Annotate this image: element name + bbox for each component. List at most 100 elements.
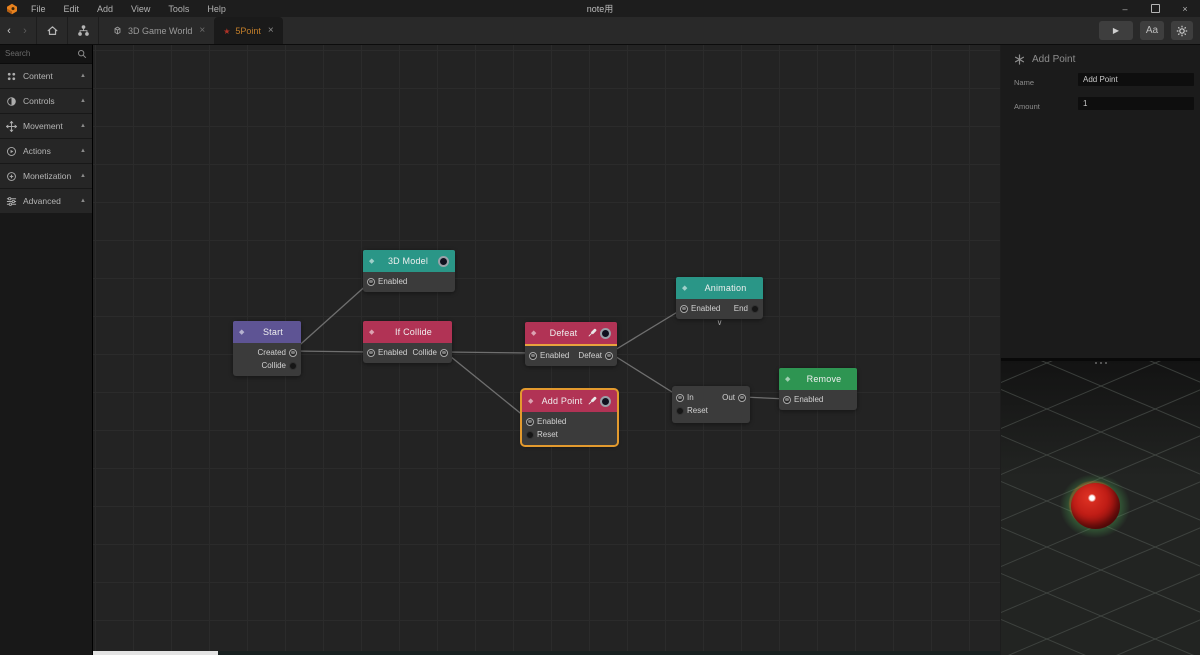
wire-defeat-defeat-to-animation-enabled[interactable] <box>609 307 685 354</box>
sidebar-item-actions[interactable]: Actions ▲ <box>0 139 92 164</box>
node-if-collide[interactable]: ◆ If Collide Enabled Collide <box>363 321 452 363</box>
sidebar-item-movement[interactable]: Movement ▲ <box>0 114 92 139</box>
amount-input[interactable] <box>1078 97 1194 110</box>
red-sphere[interactable] <box>1071 483 1120 529</box>
node-header-start[interactable]: ◆ Start <box>233 321 301 343</box>
home-icon[interactable] <box>41 17 63 44</box>
node-output-port[interactable] <box>600 327 611 339</box>
start-port-created[interactable] <box>289 348 297 357</box>
collapse-triangle-icon[interactable]: ▲ <box>80 123 86 129</box>
start-port-group: Created <box>258 348 297 357</box>
node-body-start: Created Collide <box>233 343 301 376</box>
preview-3d[interactable] <box>1001 358 1200 655</box>
menu-item-tools[interactable]: Tools <box>159 0 198 17</box>
node-body-defeat: Enabled Defeat <box>525 346 617 366</box>
sidebar-item-content[interactable]: Content ▲ <box>0 64 92 89</box>
menu-item-edit[interactable]: Edit <box>55 0 89 17</box>
menu-item-add[interactable]: Add <box>88 0 122 17</box>
eyedropper-icon[interactable] <box>587 396 597 406</box>
node-header-remove[interactable]: ◆ Remove <box>779 368 857 390</box>
animation-port-enabled[interactable] <box>680 304 688 313</box>
search-input[interactable] <box>5 49 77 58</box>
play-button[interactable]: ▶ <box>1099 21 1133 40</box>
collapse-triangle-icon[interactable]: ▲ <box>80 73 86 79</box>
hierarchy-icon[interactable] <box>72 17 94 44</box>
port-label: Defeat <box>578 351 602 360</box>
menu-item-help[interactable]: Help <box>198 0 235 17</box>
add-point-port-enabled[interactable] <box>526 417 534 426</box>
node-header-if-collide[interactable]: ◆ If Collide <box>363 321 452 343</box>
eyedropper-icon[interactable] <box>587 328 597 338</box>
chevron-down-icon[interactable]: ∨ <box>717 319 723 327</box>
wire-if-collide-collide-to-defeat-enabled[interactable] <box>444 351 533 354</box>
start-port-collide[interactable] <box>289 361 297 370</box>
node-output-port[interactable] <box>600 395 611 407</box>
animation-port-end[interactable] <box>751 304 759 313</box>
counter-port-in[interactable] <box>676 393 684 402</box>
tab-5point[interactable]: ★ 5Point × <box>214 17 283 44</box>
node-defeat[interactable]: ◆ Defeat Enabled Defeat <box>525 322 617 366</box>
node-add-point[interactable]: ◆ Add Point Enabled Reset <box>520 388 619 447</box>
back-icon[interactable]: ‹ <box>2 17 16 44</box>
menu-item-file[interactable]: File <box>22 0 55 17</box>
node-start[interactable]: ◆ Start Created Collide <box>233 321 301 376</box>
gear-icon[interactable] <box>1171 21 1193 40</box>
sidebar-item-label: Monetization <box>23 171 72 181</box>
close-button[interactable]: × <box>1170 0 1200 17</box>
port-row: In Out <box>672 391 750 404</box>
node-remove[interactable]: ◆ Remove Enabled <box>779 368 857 410</box>
counter-port-out[interactable] <box>738 393 746 402</box>
properties-fields: Name Amount <box>1001 73 1200 121</box>
restore-icon <box>1150 4 1160 13</box>
defeat-port-group: Enabled <box>529 351 569 360</box>
port-row: Enabled Collide <box>363 346 452 359</box>
category-list: Content ▲ Controls ▲ Movement ▲ Actions ▲ Moneti… <box>0 64 92 214</box>
node-header-3d-model[interactable]: ◆ 3D Model <box>363 250 455 272</box>
sidebar-item-monetization[interactable]: Monetization ▲ <box>0 164 92 189</box>
text-settings-button[interactable]: Aa <box>1140 21 1164 40</box>
port-label: Reset <box>687 406 708 415</box>
defeat-port-enabled[interactable] <box>529 351 537 360</box>
3d-model-port-enabled[interactable] <box>367 277 375 286</box>
close-icon[interactable]: × <box>199 25 205 36</box>
node-animation[interactable]: ◆ Animation Enabled End ∨ <box>676 277 763 327</box>
port-label: Enabled <box>691 304 721 313</box>
if-collide-port-enabled[interactable] <box>367 348 375 357</box>
if-collide-port-collide[interactable] <box>440 348 448 357</box>
horizontal-scrollbar-track[interactable] <box>93 651 1000 655</box>
wire-start-created-to-if-collide-enabled[interactable] <box>292 350 371 353</box>
menu-bar: File Edit Add View Tools Help <box>22 0 235 17</box>
panel-resize-handle[interactable] <box>1094 362 1107 364</box>
sidebar-item-advanced[interactable]: Advanced ▲ <box>0 189 92 214</box>
add-point-port-reset[interactable] <box>526 430 534 439</box>
node-output-port[interactable] <box>438 255 449 267</box>
if-collide-port-group: Collide <box>413 348 448 357</box>
divider <box>36 17 37 44</box>
node-canvas[interactable]: ◆ 3D Model Enabled ◆ Start Created Collide ◆ If … <box>93 44 1000 655</box>
wire-if-collide-collide-to-add-point-enabled[interactable] <box>444 351 531 422</box>
buildbox-logo-icon <box>6 3 18 15</box>
remove-port-enabled[interactable] <box>783 395 791 404</box>
collapse-triangle-icon[interactable]: ▲ <box>80 198 86 204</box>
restore-button[interactable] <box>1140 0 1170 17</box>
node-3d-model[interactable]: ◆ 3D Model Enabled <box>363 250 455 292</box>
name-input[interactable] <box>1078 73 1194 86</box>
menu-item-view[interactable]: View <box>122 0 159 17</box>
collapse-triangle-icon[interactable]: ▲ <box>80 148 86 154</box>
node-header-add-point[interactable]: ◆ Add Point <box>522 390 617 412</box>
wire-defeat-defeat-to-counter-in[interactable] <box>609 352 681 398</box>
close-icon[interactable]: × <box>268 25 274 36</box>
sidebar-item-controls[interactable]: Controls ▲ <box>0 89 92 114</box>
collapse-triangle-icon[interactable]: ▲ <box>80 98 86 104</box>
counter-port-reset[interactable] <box>676 406 684 415</box>
defeat-port-defeat[interactable] <box>605 351 613 360</box>
collapse-triangle-icon[interactable]: ▲ <box>80 173 86 179</box>
wire-start-created-to-3d-model-enabled[interactable] <box>292 281 371 352</box>
node-header-animation[interactable]: ◆ Animation <box>676 277 763 299</box>
node-header-defeat[interactable]: ◆ Defeat <box>525 322 617 346</box>
forward-icon[interactable]: › <box>18 17 32 44</box>
tab-3d-game-world[interactable]: 3D Game World × <box>103 17 214 44</box>
node-counter[interactable]: In Out Reset <box>672 386 750 423</box>
horizontal-scrollbar-thumb[interactable] <box>93 651 218 655</box>
minimize-button[interactable]: – <box>1110 0 1140 17</box>
